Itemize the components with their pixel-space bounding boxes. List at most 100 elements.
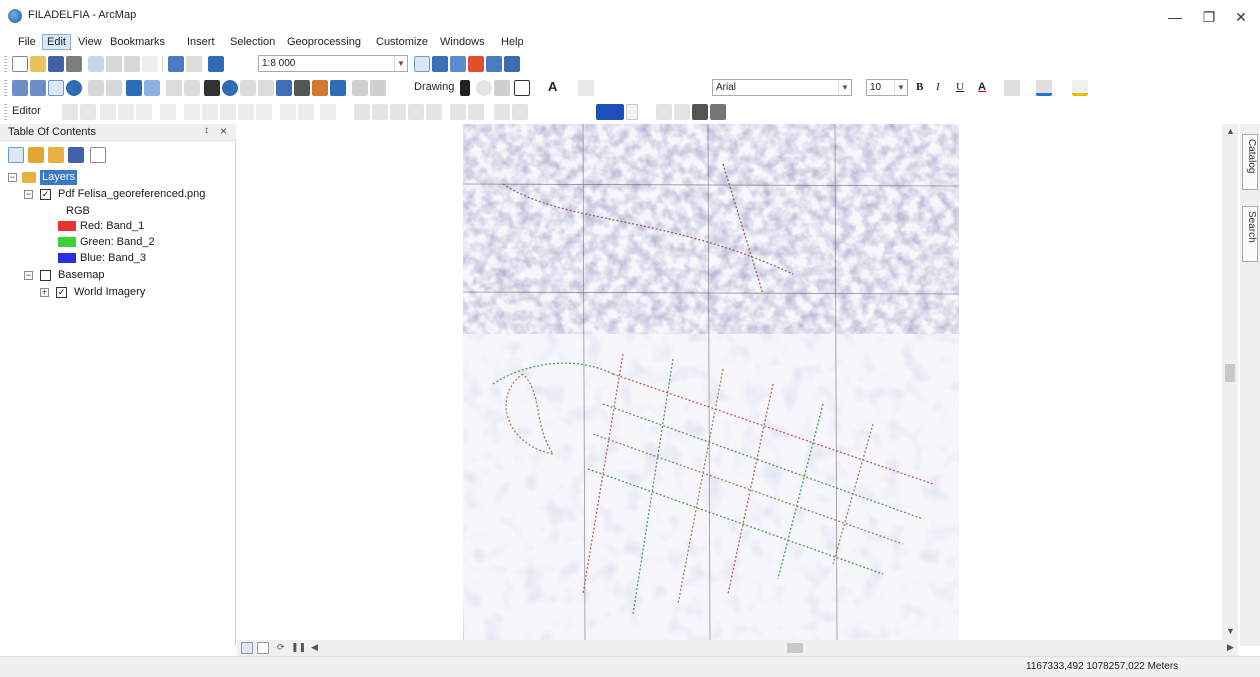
chevron-down-icon[interactable]: ▼ xyxy=(894,80,907,95)
new-document-icon[interactable] xyxy=(12,56,28,72)
collapse-icon[interactable]: − xyxy=(24,271,33,280)
toolbar-grip[interactable] xyxy=(4,56,7,72)
map-display[interactable] xyxy=(237,124,1238,640)
new-text-icon[interactable]: A xyxy=(548,79,557,94)
tree-layers-row[interactable]: − Layers xyxy=(8,170,88,185)
create-viewer-icon[interactable] xyxy=(370,80,386,96)
data-view-button[interactable] xyxy=(241,642,253,654)
tree-world-imagery-row[interactable]: + ✓ World Imagery xyxy=(40,285,200,300)
fixed-zoom-out-icon[interactable] xyxy=(106,80,122,96)
select-elements-pointer-icon[interactable] xyxy=(460,80,470,96)
cut-icon[interactable] xyxy=(88,56,104,72)
time-slider-icon[interactable] xyxy=(352,80,368,96)
menu-file[interactable]: File xyxy=(14,34,40,50)
effects-tool-1-icon[interactable] xyxy=(656,104,672,120)
point-icon[interactable] xyxy=(160,104,176,120)
map-scale-combo[interactable]: 1:8 000 ▼ xyxy=(258,55,408,72)
menu-geoprocessing[interactable]: Geoprocessing xyxy=(283,34,365,50)
pin-icon[interactable]: ↕ xyxy=(204,125,209,136)
minimize-button[interactable]: — xyxy=(1160,6,1190,28)
redo-icon[interactable] xyxy=(186,56,202,72)
map-vertical-scrollbar[interactable]: ▲ ▼ xyxy=(1222,124,1238,640)
straight-segment-icon[interactable] xyxy=(100,104,116,120)
expand-icon[interactable]: + xyxy=(40,288,49,297)
open-folder-icon[interactable] xyxy=(30,56,46,72)
georef-tool-8-icon[interactable] xyxy=(494,104,510,120)
edit-annotation-icon[interactable] xyxy=(80,104,96,120)
rotate-feature-icon[interactable] xyxy=(256,104,272,120)
attributes-icon[interactable] xyxy=(280,104,296,120)
menu-bookmarks[interactable]: Bookmarks xyxy=(106,34,169,50)
drawing-menu[interactable]: Drawing xyxy=(414,81,454,93)
tree-basemap-row[interactable]: − Basemap xyxy=(24,268,164,283)
toolbar-grip[interactable] xyxy=(4,104,7,120)
effects-tool-4-icon[interactable] xyxy=(710,104,726,120)
georef-tool-7-icon[interactable] xyxy=(468,104,484,120)
italic-button[interactable]: I xyxy=(936,81,940,93)
basemap-label[interactable]: Basemap xyxy=(58,268,104,283)
scroll-down-icon[interactable]: ▼ xyxy=(1226,626,1235,636)
model-builder-icon[interactable] xyxy=(504,56,520,72)
underline-button[interactable]: U xyxy=(956,81,964,93)
add-data-icon[interactable] xyxy=(208,56,224,72)
layers-label[interactable]: Layers xyxy=(40,170,78,185)
trace-icon[interactable] xyxy=(136,104,152,120)
forward-icon[interactable] xyxy=(144,80,160,96)
create-features-icon[interactable] xyxy=(320,104,336,120)
refresh-icon[interactable]: ⟳ xyxy=(277,642,285,653)
edit-vertices-icon[interactable] xyxy=(184,104,200,120)
undo-icon[interactable] xyxy=(168,56,184,72)
effects-tool-2-icon[interactable] xyxy=(674,104,690,120)
font-color-button[interactable]: A xyxy=(978,81,986,93)
cut-polygons-icon[interactable] xyxy=(220,104,236,120)
python-window-icon[interactable] xyxy=(486,56,502,72)
find-icon[interactable] xyxy=(294,80,310,96)
toolbar-grip[interactable] xyxy=(4,80,7,96)
georef-tool-1-icon[interactable] xyxy=(354,104,370,120)
fill-color-icon[interactable] xyxy=(1004,80,1020,96)
georef-tool-3-icon[interactable] xyxy=(390,104,406,120)
collapse-icon[interactable]: − xyxy=(8,173,17,182)
curved-text-icon[interactable] xyxy=(578,80,594,96)
pause-drawing-icon[interactable]: ❚❚ xyxy=(291,642,306,653)
rectangle-icon[interactable] xyxy=(514,80,530,96)
tree-raster-layer-row[interactable]: − ✓ Pdf Felisa_georeferenced.png xyxy=(24,187,234,202)
search-tab[interactable]: Search xyxy=(1242,206,1258,262)
sketch-properties-icon[interactable] xyxy=(298,104,314,120)
go-to-xy-icon[interactable] xyxy=(330,80,346,96)
scroll-up-icon[interactable]: ▲ xyxy=(1226,126,1235,136)
options-icon[interactable] xyxy=(90,147,106,163)
save-icon[interactable] xyxy=(48,56,64,72)
world-imagery-label[interactable]: World Imagery xyxy=(74,285,145,300)
back-icon[interactable] xyxy=(126,80,142,96)
vertical-scroll-thumb[interactable] xyxy=(1225,364,1235,382)
list-by-visibility-icon[interactable] xyxy=(48,147,64,163)
scroll-right-icon[interactable]: ▶ xyxy=(1227,642,1234,653)
chevron-down-icon[interactable] xyxy=(626,104,638,120)
copy-icon[interactable] xyxy=(106,56,122,72)
full-extent-icon[interactable] xyxy=(66,80,82,96)
collapse-icon[interactable]: − xyxy=(24,190,33,199)
arctoolbox-icon[interactable] xyxy=(468,56,484,72)
layout-view-button[interactable] xyxy=(257,642,269,654)
split-icon[interactable] xyxy=(238,104,254,120)
paste-icon[interactable] xyxy=(124,56,140,72)
menu-customize[interactable]: Customize xyxy=(372,34,432,50)
menu-view[interactable]: View xyxy=(74,34,106,50)
menu-edit[interactable]: Edit xyxy=(42,34,71,50)
pan-icon[interactable] xyxy=(48,80,64,96)
close-button[interactable]: ✕ xyxy=(1226,6,1256,28)
font-name-combo[interactable]: Arial ▼ xyxy=(712,79,852,96)
delete-icon[interactable] xyxy=(142,56,158,72)
zoom-to-elements-icon[interactable] xyxy=(494,80,510,96)
bold-button[interactable]: B xyxy=(916,81,923,93)
scroll-left-icon[interactable]: ◀ xyxy=(311,642,318,653)
basemap-checkbox[interactable] xyxy=(40,270,51,281)
find-route-icon[interactable] xyxy=(312,80,328,96)
identify-icon[interactable] xyxy=(222,80,238,96)
chevron-down-icon[interactable]: ▼ xyxy=(394,56,407,71)
table-of-contents-icon[interactable] xyxy=(432,56,448,72)
list-by-source-icon[interactable] xyxy=(28,147,44,163)
rotate-icon[interactable] xyxy=(476,80,492,96)
line-color-icon[interactable] xyxy=(1036,80,1052,96)
